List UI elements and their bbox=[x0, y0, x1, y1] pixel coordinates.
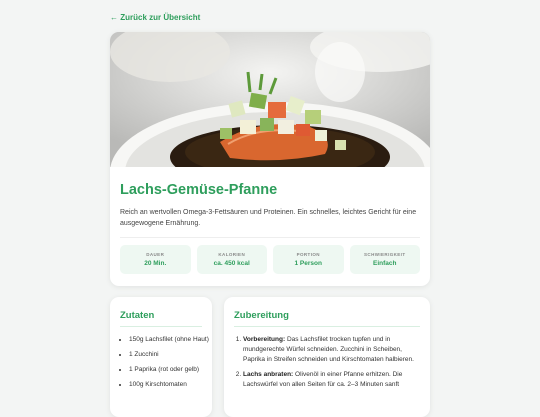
preparation-steps: Vorbereitung: Das Lachsfilet trocken tup… bbox=[234, 335, 421, 395]
preparation-panel: Zubereitung Vorbereitung: Das Lachsfilet… bbox=[224, 297, 430, 417]
stat-portion: PORTION 1 Person bbox=[273, 245, 344, 274]
stat-value: ca. 450 kcal bbox=[213, 260, 250, 267]
recipe-title: Lachs-Gemüse-Pfanne bbox=[120, 182, 278, 198]
step-item: Lachs anbraten: Olivenöl in einer Pfanne… bbox=[243, 370, 421, 390]
recipe-card: Lachs-Gemüse-Pfanne Reich an wertvollen … bbox=[110, 32, 430, 286]
step-item: Vorbereitung: Das Lachsfilet trocken tup… bbox=[243, 335, 421, 365]
stat-duration: DAUER 20 Min. bbox=[120, 245, 191, 274]
ingredients-list: 150g Lachsfilet (ohne Haut) 1 Zucchini 1… bbox=[120, 335, 209, 395]
divider bbox=[120, 326, 202, 327]
preparation-title: Zubereitung bbox=[234, 310, 289, 321]
ingredient-item: 1 Zucchini bbox=[129, 350, 209, 360]
stat-label: PORTION bbox=[296, 252, 320, 257]
stat-label: DAUER bbox=[146, 252, 165, 257]
ingredient-item: 100g Kirschtomaten bbox=[129, 380, 209, 390]
ingredients-panel: Zutaten 150g Lachsfilet (ohne Haut) 1 Zu… bbox=[110, 297, 212, 417]
ingredients-title: Zutaten bbox=[120, 310, 155, 321]
stat-difficulty: SCHWIERIGKEIT Einfach bbox=[349, 245, 420, 274]
stat-calories: KALORIEN ca. 450 kcal bbox=[196, 245, 267, 274]
stat-value: 1 Person bbox=[294, 260, 322, 267]
step-title: Vorbereitung: bbox=[243, 336, 286, 343]
ingredient-item: 150g Lachsfilet (ohne Haut) bbox=[129, 335, 209, 345]
recipe-description: Reich an wertvollen Omega-3-Fettsäuren u… bbox=[120, 209, 417, 227]
recipe-stats: DAUER 20 Min. KALORIEN ca. 450 kcal PORT… bbox=[120, 245, 420, 274]
recipe-image bbox=[110, 32, 430, 167]
stat-label: KALORIEN bbox=[218, 252, 246, 257]
stat-label: SCHWIERIGKEIT bbox=[364, 252, 406, 257]
divider bbox=[120, 237, 420, 238]
step-title: Lachs anbraten: bbox=[243, 371, 294, 378]
stat-value: Einfach bbox=[373, 260, 397, 267]
back-link[interactable]: ← Zurück zur Übersicht bbox=[110, 13, 200, 22]
stat-value: 20 Min. bbox=[144, 260, 167, 267]
ingredient-item: 1 Paprika (rot oder gelb) bbox=[129, 365, 209, 375]
divider bbox=[234, 326, 420, 327]
